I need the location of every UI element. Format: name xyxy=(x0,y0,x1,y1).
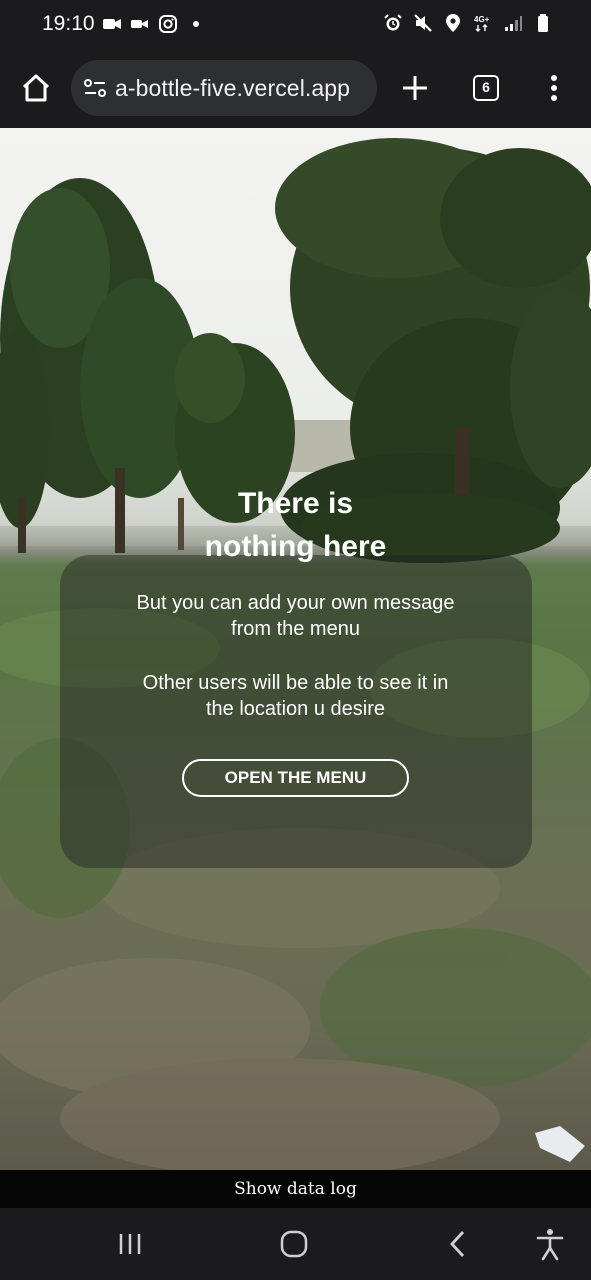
back-icon[interactable] xyxy=(438,1226,478,1262)
status-time: 19:10 xyxy=(42,12,95,35)
video-call-icon xyxy=(103,19,121,29)
location-icon xyxy=(446,14,460,32)
message-line-1: But you can add your own message xyxy=(136,592,455,614)
message-line-2: from the menu xyxy=(231,618,360,640)
show-data-log-button[interactable]: Show data log xyxy=(0,1170,591,1208)
more-vert-icon[interactable] xyxy=(541,72,567,104)
accessibility-icon[interactable] xyxy=(530,1226,570,1262)
home-icon[interactable] xyxy=(18,70,54,106)
camera-view xyxy=(0,128,591,1170)
open-menu-button[interactable]: OPEN THE MENU xyxy=(182,759,409,797)
signal-icon xyxy=(505,16,522,31)
battery-icon xyxy=(538,14,548,32)
svg-text:4G+: 4G+ xyxy=(474,15,490,24)
recents-icon[interactable] xyxy=(110,1226,150,1262)
message-title: There is nothing here xyxy=(0,482,591,568)
camera-icon xyxy=(131,20,148,28)
instagram-icon xyxy=(159,15,177,33)
status-left-icons xyxy=(102,14,206,34)
url-bar[interactable]: a-bottle-five.vercel.app xyxy=(71,60,377,116)
message-line-4: the location u desire xyxy=(205,698,385,720)
status-bar: 19:10 4G+ xyxy=(0,0,591,48)
dot-icon xyxy=(193,21,199,27)
plus-icon[interactable] xyxy=(399,70,431,106)
status-right-icons: 4G+ xyxy=(383,13,553,33)
url-text[interactable]: a-bottle-five.vercel.app xyxy=(115,75,350,102)
site-info-icon[interactable] xyxy=(83,77,107,99)
debris-shape xyxy=(535,1126,585,1162)
tab-switcher-button[interactable]: 6 xyxy=(473,75,499,101)
mute-icon xyxy=(414,14,432,32)
home-circle-icon[interactable] xyxy=(274,1226,314,1262)
browser-toolbar: a-bottle-five.vercel.app 6 xyxy=(0,48,591,128)
message-title-line1: There is xyxy=(237,487,354,520)
alarm-icon xyxy=(384,14,402,31)
network-4g-icon: 4G+ xyxy=(474,15,490,32)
message-line-3: Other users will be able to see it in xyxy=(142,672,449,694)
system-nav-bar xyxy=(0,1208,591,1280)
message-title-line2: nothing here xyxy=(204,530,387,563)
